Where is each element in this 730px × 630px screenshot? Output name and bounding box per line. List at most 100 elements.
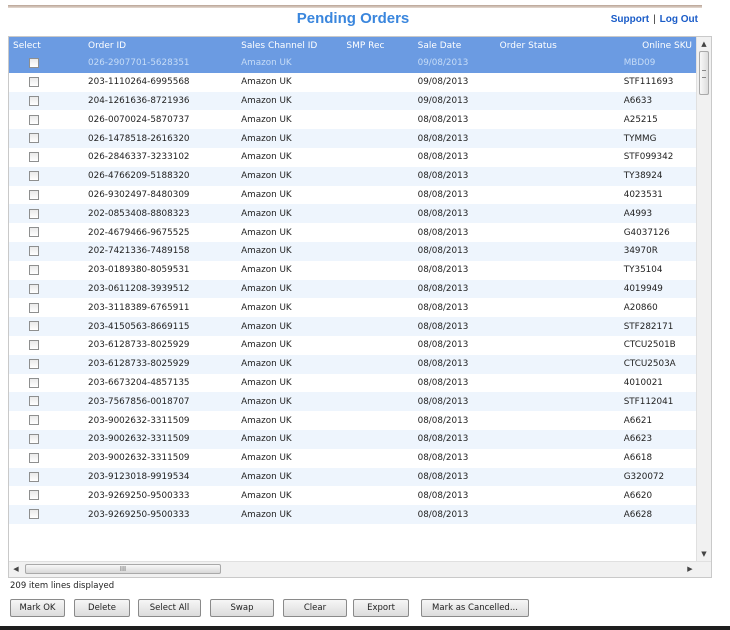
horizontal-scroll-thumb[interactable]: III [25,564,221,574]
row-checkbox[interactable] [29,358,39,369]
row-checkbox[interactable] [29,95,39,106]
select-all-button[interactable]: Select All [138,599,201,617]
table-row[interactable]: 202-7421336-7489158 Amazon UK 08/08/2013 34… [9,241,696,261]
online-sku-cell: A20860 [607,298,696,318]
mark-as-cancelled-button[interactable]: Mark as Cancelled... [421,599,529,617]
sale-date-cell: 08/08/2013 [377,279,474,299]
row-checkbox[interactable] [29,264,39,275]
row-checkbox[interactable] [29,170,39,181]
sale-date-cell: 08/08/2013 [377,298,474,318]
select-cell [9,223,77,242]
order-id-cell: 203-7567856-0018707 [76,392,202,412]
order-status-cell [473,260,608,280]
order-id-cell: 204-1261636-8721936 [76,91,202,111]
horizontal-scrollbar[interactable]: ◀ III ▶ [9,561,711,577]
column-header-select[interactable]: Select [9,37,77,54]
table-row[interactable]: 203-6673204-4857135 Amazon UK 08/08/2013 40… [9,373,696,393]
table-row[interactable]: 203-9002632-3311509 Amazon UK 08/08/2013 A6… [9,448,696,468]
table-row[interactable]: 203-6128733-8025929 Amazon UK 08/08/2013 CT… [9,335,696,355]
row-checkbox[interactable] [29,227,39,238]
order-id-cell: 203-9002632-3311509 [76,448,202,468]
row-checkbox[interactable] [29,321,39,332]
table-row[interactable]: 204-1261636-8721936 Amazon UK 09/08/2013 A6… [9,91,696,111]
table-row[interactable]: 203-9002632-3311509 Amazon UK 08/08/2013 A6… [9,429,696,449]
row-checkbox[interactable] [29,340,39,351]
order-id-cell: 026-2846337-3233102 [76,147,202,167]
grip-icon [702,70,706,78]
item-count-status: 209 item lines displayed [10,581,115,591]
swap-button[interactable]: Swap [210,599,274,617]
scroll-left-icon[interactable]: ◀ [9,562,23,577]
scroll-down-icon[interactable]: ▼ [697,547,711,561]
table-row[interactable]: 203-4150563-8669115 Amazon UK 08/08/2013 ST… [9,317,696,336]
order-status-cell [473,204,608,224]
support-link[interactable]: Support [611,14,649,25]
row-checkbox[interactable] [29,246,39,257]
table-row[interactable]: 203-9123018-9919534 Amazon UK 08/08/2013 G3… [9,467,696,487]
table-row[interactable]: 203-9269250-9500333 Amazon UK 08/08/2013 A6… [9,505,696,524]
table-row[interactable]: 026-1478518-2616320 Amazon UK 08/08/2013 TY… [9,129,696,148]
scroll-right-icon[interactable]: ▶ [683,562,697,577]
table-row[interactable]: 202-4679466-9675525 Amazon UK 08/08/2013 G4… [9,223,696,242]
order-id-cell: 203-9269250-9500333 [76,505,202,524]
select-cell [9,448,77,468]
online-sku-cell: A25215 [607,110,696,130]
table-row[interactable]: 026-0070024-5870737 Amazon UK 08/08/2013 A2… [9,110,696,130]
table-row[interactable]: 203-9269250-9500333 Amazon UK 08/08/2013 A6… [9,486,696,506]
order-status-cell [473,129,608,148]
order-id-cell: 026-1478518-2616320 [76,129,202,148]
row-checkbox[interactable] [29,283,39,294]
row-checkbox[interactable] [29,509,39,520]
row-checkbox[interactable] [29,471,39,482]
row-checkbox[interactable] [29,76,39,87]
select-cell [9,129,77,148]
table-row[interactable]: 026-2846337-3233102 Amazon UK 08/08/2013 ST… [9,147,696,167]
table-row[interactable]: 202-0853408-8808323 Amazon UK 08/08/2013 A4… [9,204,696,224]
table-row[interactable]: 203-0611208-3939512 Amazon UK 08/08/2013 40… [9,279,696,299]
export-button[interactable]: Export [353,599,409,617]
table-row[interactable]: 203-1110264-6995568 Amazon UK 09/08/2013 ST… [9,72,696,92]
table-row[interactable]: 026-2907701-5628351 Amazon UK 09/08/2013 MB… [9,54,696,73]
row-checkbox[interactable] [29,152,39,163]
column-header-sales-channel[interactable]: Sales Channel ID [201,37,319,54]
row-checkbox[interactable] [29,434,39,445]
table-row[interactable]: 026-9302497-8480309 Amazon UK 08/08/2013 40… [9,185,696,205]
table-row[interactable]: 203-3118389-6765911 Amazon UK 08/08/2013 A2… [9,298,696,318]
table-row[interactable]: 203-9002632-3311509 Amazon UK 08/08/2013 A6… [9,411,696,430]
vertical-scrollbar[interactable]: ▲ ▼ [696,37,711,561]
table-row[interactable]: 026-4766209-5188320 Amazon UK 08/08/2013 TY… [9,166,696,186]
row-checkbox[interactable] [29,302,39,313]
table-row[interactable]: 203-7567856-0018707 Amazon UK 08/08/2013 ST… [9,392,696,412]
sales-channel-cell: Amazon UK [201,373,319,393]
column-header-sale-date[interactable]: Sale Date [377,37,474,54]
order-id-cell: 203-1110264-6995568 [76,72,202,92]
row-checkbox[interactable] [29,415,39,426]
delete-button[interactable]: Delete [74,599,130,617]
smp-rec-cell [318,91,378,111]
column-header-online-sku[interactable]: Online SKU [607,37,696,54]
row-checkbox[interactable] [29,189,39,200]
column-header-order-status[interactable]: Order Status [473,37,608,54]
row-checkbox[interactable] [29,452,39,463]
table-row[interactable]: 203-0189380-8059531 Amazon UK 08/08/2013 TY… [9,260,696,280]
vertical-scroll-thumb[interactable] [699,51,709,95]
order-status-cell [473,298,608,318]
order-status-cell [473,354,608,374]
row-checkbox[interactable] [29,396,39,407]
row-checkbox[interactable] [29,208,39,219]
orders-grid: Select Order ID Sales Channel ID SMP Rec… [8,36,712,578]
scroll-up-icon[interactable]: ▲ [697,37,711,51]
logout-link[interactable]: Log Out [660,14,698,25]
column-header-smp-rec[interactable]: SMP Rec [318,37,385,54]
row-checkbox[interactable] [29,377,39,388]
row-checkbox[interactable] [29,58,39,69]
row-checkbox[interactable] [29,133,39,144]
select-cell [9,298,77,318]
clear-button[interactable]: Clear [283,599,347,617]
table-row[interactable]: 203-6128733-8025929 Amazon UK 08/08/2013 CT… [9,354,696,374]
column-header-order-id[interactable]: Order ID [76,37,202,54]
row-checkbox[interactable] [29,114,39,125]
smp-rec-cell [318,335,378,355]
mark-ok-button[interactable]: Mark OK [10,599,65,617]
row-checkbox[interactable] [29,490,39,501]
